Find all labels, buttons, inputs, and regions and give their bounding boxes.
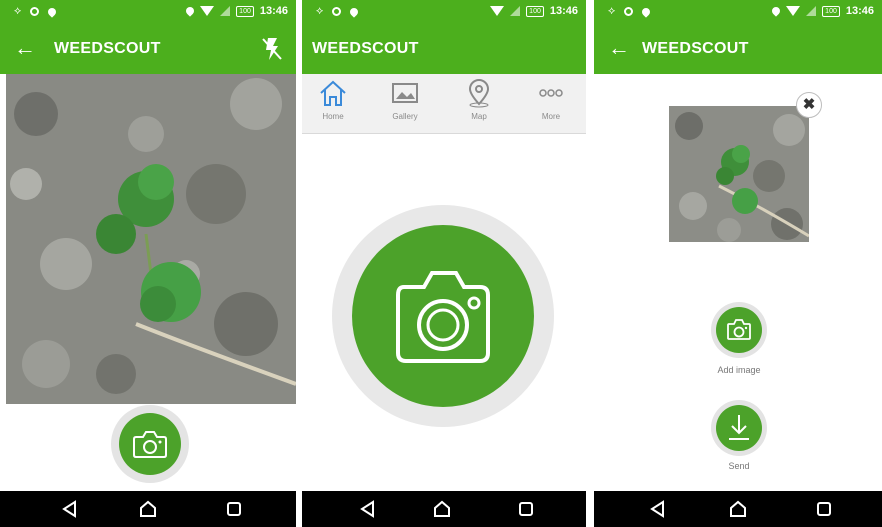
status-bar: ⟡ 100 13:46	[302, 0, 586, 24]
camera-icon	[396, 271, 490, 363]
menu-item-home[interactable]: Home	[304, 78, 362, 130]
menu-item-more[interactable]: More	[522, 78, 580, 130]
location-icon	[348, 5, 360, 18]
triangle-back-icon[interactable]	[358, 499, 378, 519]
flash-off-icon[interactable]	[260, 35, 284, 63]
battery-icon: 100	[236, 5, 254, 17]
home-outline-icon[interactable]	[728, 499, 748, 519]
wifi-icon	[490, 6, 505, 16]
triangle-back-icon[interactable]	[60, 499, 80, 519]
app-bar: ← WEEDSCOUT	[594, 24, 882, 74]
location-icon	[46, 5, 58, 18]
battery-icon: 100	[526, 5, 544, 17]
status-bar: ⟡ 100 13:46	[0, 0, 296, 24]
signal-icon	[806, 6, 817, 16]
app-bar: WEEDSCOUT	[302, 24, 586, 74]
app-title: WEEDSCOUT	[642, 40, 749, 57]
usb-icon: ⟡	[608, 5, 616, 17]
phone-screen-home: ⟡ 100 13:46 WEEDSCOUT Home Gallery Map M…	[302, 0, 586, 527]
home-outline-icon[interactable]	[138, 499, 158, 519]
map-pin-icon	[468, 79, 490, 108]
home-icon	[320, 80, 346, 106]
menu-item-label: Home	[322, 112, 344, 121]
triangle-back-icon[interactable]	[648, 499, 668, 519]
main-menu: Home Gallery Map More	[302, 74, 586, 134]
signal-icon	[220, 6, 231, 16]
status-time: 13:46	[549, 5, 578, 17]
sync-icon	[624, 7, 634, 16]
arrow-left-icon[interactable]: ←	[608, 34, 630, 62]
phone-screen-send: ⟡ 100 13:46 ← WEEDSCOUT ✖ Add image Send	[594, 0, 882, 527]
capture-button[interactable]	[352, 225, 534, 407]
square-recent-icon[interactable]	[516, 499, 536, 519]
menu-item-gallery[interactable]: Gallery	[376, 78, 434, 130]
remove-image-button[interactable]: ✖	[796, 92, 822, 118]
phone-screen-camera-preview: ⟡ 100 13:46 ← WEEDSCOUT	[0, 0, 296, 527]
square-recent-icon[interactable]	[814, 499, 834, 519]
close-icon: ✖	[802, 96, 816, 113]
add-image-button[interactable]	[716, 307, 762, 353]
location-icon	[184, 5, 196, 17]
app-title: WEEDSCOUT	[54, 40, 161, 57]
square-recent-icon[interactable]	[224, 499, 244, 519]
capture-button[interactable]	[119, 413, 181, 475]
arrow-left-icon[interactable]: ←	[14, 34, 36, 62]
wifi-icon	[200, 6, 215, 16]
usb-icon: ⟡	[316, 5, 324, 17]
menu-item-label: More	[541, 112, 561, 121]
signal-icon	[510, 6, 521, 16]
system-nav-bar	[0, 491, 296, 527]
camera-icon	[133, 431, 167, 458]
camera-icon	[727, 319, 751, 340]
gallery-icon	[392, 83, 418, 103]
location-icon	[770, 5, 782, 17]
more-dots-icon	[539, 89, 563, 97]
status-time: 13:46	[845, 5, 874, 17]
status-bar: ⟡ 100 13:46	[594, 0, 882, 24]
location-icon	[640, 5, 652, 18]
send-label: Send	[728, 461, 750, 471]
usb-icon: ⟡	[14, 5, 22, 17]
send-button[interactable]	[716, 405, 762, 451]
camera-preview-image	[6, 74, 296, 404]
captured-image-thumbnail[interactable]	[669, 106, 809, 242]
status-time: 13:46	[259, 5, 288, 17]
system-nav-bar	[594, 491, 882, 527]
battery-icon: 100	[822, 5, 840, 17]
wifi-icon	[786, 6, 801, 16]
home-outline-icon[interactable]	[432, 499, 452, 519]
menu-item-label: Gallery	[392, 112, 418, 121]
app-title: WEEDSCOUT	[312, 40, 419, 57]
download-arrow-icon	[729, 415, 749, 440]
menu-item-map[interactable]: Map	[450, 78, 508, 130]
system-nav-bar	[302, 491, 586, 527]
app-bar: ← WEEDSCOUT	[0, 24, 296, 74]
sync-icon	[332, 7, 342, 16]
add-image-label: Add image	[717, 365, 761, 375]
sync-icon	[30, 7, 40, 16]
menu-item-label: Map	[471, 112, 487, 121]
